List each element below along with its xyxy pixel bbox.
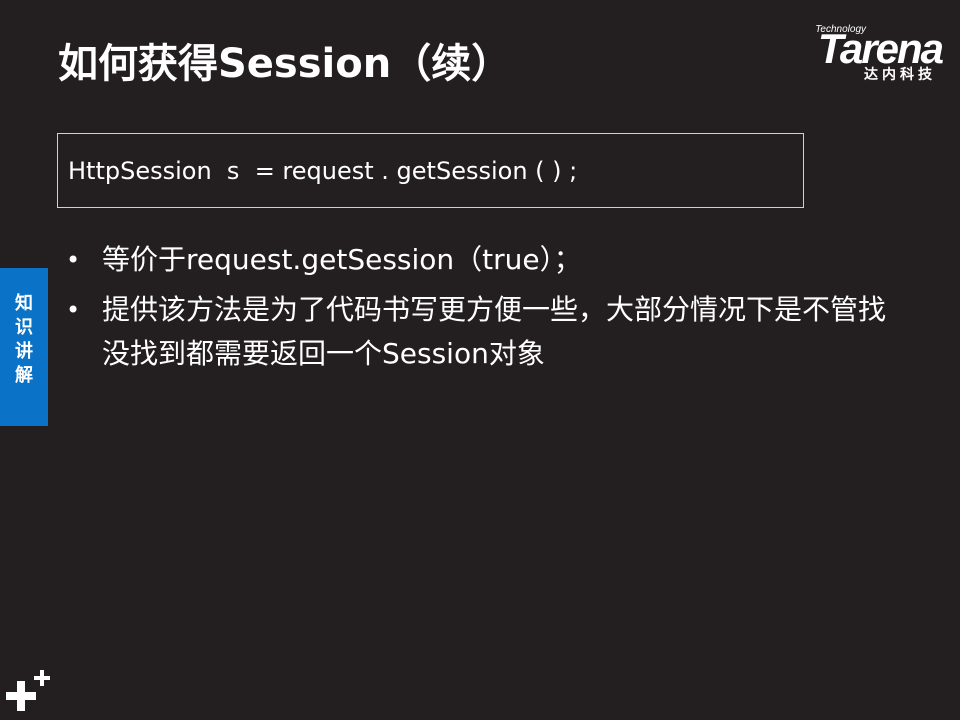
logo-subtitle: 达内科技 [864,67,936,83]
bullet-text: 等价于request.getSession（true）； [102,243,582,276]
tarena-logo: Technology Tarena 达内科技 [782,24,944,84]
slide-title: 如何获得Session（续） [58,41,512,87]
side-tab-label: 知 识 讲 解 [0,292,48,388]
side-tab-knowledge: 知 识 讲 解 [0,268,48,426]
bullet-dot: • [66,246,81,274]
side-tab-char: 讲 [15,341,33,362]
code-box: HttpSession s = request . getSession ( )… [57,133,804,208]
bullet-list: • 等价于request.getSession（true）； • 提供该方法是为… [60,238,890,382]
side-tab-char: 知 [15,293,33,314]
bullet-dot: • [66,296,81,324]
bullet-text: 提供该方法是为了代码书写更方便一些，大部分情况下是不管找没找到都需要返回一个Se… [102,293,887,370]
side-tab-char: 识 [15,317,33,338]
plus-plus-icon [6,670,50,711]
bullet-item: • 等价于request.getSession（true）； [60,238,890,282]
side-tab-char: 解 [15,365,33,386]
bullet-item: • 提供该方法是为了代码书写更方便一些，大部分情况下是不管找没找到都需要返回一个… [60,288,890,376]
code-snippet: HttpSession s = request . getSession ( )… [68,157,578,185]
